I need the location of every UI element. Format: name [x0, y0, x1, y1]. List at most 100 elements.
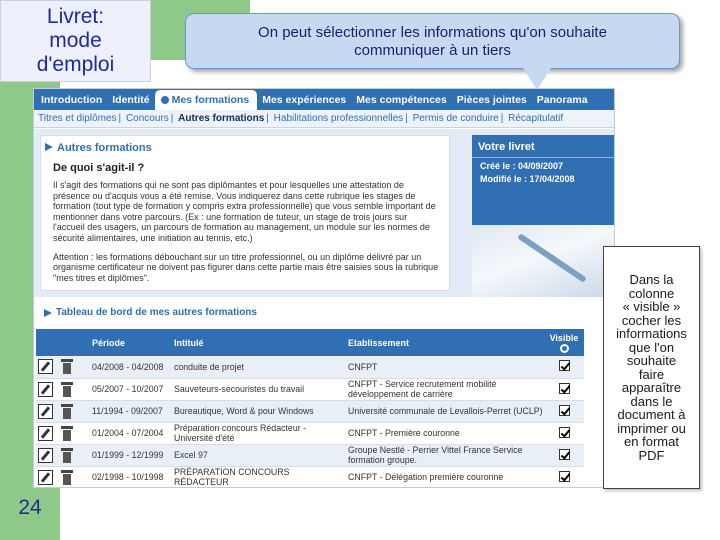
col-actions — [36, 329, 88, 356]
visible-checkbox[interactable] — [558, 426, 570, 438]
col-intitule[interactable]: Intitulé — [170, 329, 344, 356]
subnav-recapitulatif[interactable]: Récapitulatif — [508, 113, 563, 124]
cell-title: Bureautique, Word & pour Windows — [170, 400, 344, 423]
callout-line: On peut sélectionner les informations qu… — [258, 24, 607, 41]
edit-icon[interactable] — [38, 359, 53, 375]
trash-icon[interactable] — [61, 359, 73, 375]
tab-panorama[interactable]: Panorama — [532, 94, 593, 110]
trash-icon[interactable] — [61, 425, 73, 441]
cell-establishment: Université communale de Levallois-Perret… — [344, 400, 544, 423]
edit-icon[interactable] — [38, 381, 53, 397]
sub-nav: Titres et diplômes | Concours | Autres for… — [34, 110, 614, 128]
row-actions — [36, 444, 88, 467]
tab-identite[interactable]: Identité — [107, 94, 154, 110]
warning-paragraph: Attention : les formations débouchant su… — [53, 251, 439, 283]
visible-checkbox[interactable] — [558, 404, 570, 416]
cell-period: 01/1999 - 12/1999 — [88, 444, 170, 467]
cell-period: 02/1998 - 10/1998 — [88, 466, 170, 487]
trash-icon[interactable] — [61, 447, 73, 463]
slide-title: Livret: mode d'emploi — [0, 0, 151, 82]
cell-title: Excel 97 — [170, 444, 344, 467]
col-etablissement[interactable]: Etablissement — [344, 329, 544, 356]
livret-modified: Modifié le : 17/04/2008 — [480, 174, 575, 184]
tab-pieces-jointes[interactable]: Pièces jointes — [452, 94, 532, 110]
app-screenshot: Introduction Identité Mes formations Mes… — [33, 88, 615, 488]
visible-options-icon[interactable] — [559, 343, 569, 353]
edit-icon[interactable] — [38, 469, 53, 485]
sidenote-line: informations — [616, 326, 687, 341]
cell-establishment: CNFPT - Délégation première couronne — [344, 466, 544, 487]
section-title: Autres formations — [57, 142, 152, 154]
row-actions — [36, 422, 88, 445]
edit-icon[interactable] — [38, 447, 53, 463]
sidenote-line: document à — [617, 407, 686, 422]
sidenote-line: PDF — [638, 447, 665, 463]
visible-checkbox[interactable] — [558, 470, 570, 482]
trash-icon[interactable] — [61, 469, 73, 485]
table-header-row: Période Intitulé Etablissement Visible — [36, 329, 584, 356]
table-row: 05/2007 - 10/2007 Sauveteurs-secouristes… — [36, 378, 584, 401]
cell-period: 04/2008 - 04/2008 — [88, 356, 170, 379]
callout-line: communiquer à un tiers — [354, 42, 511, 59]
livret-created: Créé le : 04/09/2007 — [480, 161, 564, 171]
sidenote-line: dans le — [630, 393, 673, 409]
sidenote-line: que l'on — [628, 339, 675, 355]
visible-checkbox[interactable] — [558, 382, 570, 394]
subnav-autres-formations[interactable]: Autres formations — [178, 113, 264, 124]
tab-mes-experiences[interactable]: Mes expériences — [257, 94, 351, 110]
sidenote-line: souhaite — [626, 353, 677, 368]
slide-title-line: Livret: — [46, 5, 105, 28]
row-actions — [36, 400, 88, 423]
row-actions — [36, 378, 88, 401]
trash-icon[interactable] — [61, 403, 73, 419]
tab-introduction[interactable]: Introduction — [36, 94, 107, 110]
cell-visible — [544, 356, 584, 379]
cell-visible — [544, 378, 584, 401]
slide-title-line: d'emploi — [36, 53, 115, 76]
sidenote-line: cocher les — [621, 312, 682, 328]
cell-period: 01/2004 - 07/2004 — [88, 422, 170, 445]
sidenote-box: Dans la colonne « visible » cocher les i… — [603, 246, 700, 489]
visible-checkbox[interactable] — [558, 360, 570, 372]
cell-visible — [544, 422, 584, 445]
decorative-photo — [472, 225, 614, 297]
section-header: Autres formations — [41, 136, 449, 154]
pen-image — [517, 233, 587, 283]
cell-period: 05/2007 - 10/2007 — [88, 378, 170, 401]
cell-visible — [544, 444, 584, 467]
callout-box: On peut sélectionner les informations qu… — [185, 13, 680, 69]
trash-icon[interactable] — [61, 381, 73, 397]
table-row: 04/2008 - 04/2008 conduite de projet CNF… — [36, 356, 584, 379]
sidenote-line: en format — [624, 434, 679, 449]
slide-page-number: 24 — [18, 496, 42, 519]
cell-title: Préparation concours Rédacteur - Univers… — [170, 422, 344, 445]
slide-title-line: mode — [49, 29, 102, 52]
subnav-habilitations[interactable]: Habilitations professionnelles — [274, 113, 404, 124]
table-row: 02/1998 - 10/1998 PRÉPARATION CONCOURS R… — [36, 466, 584, 487]
cell-establishment: Groupe Nestlé - Perrier Vittel France Se… — [344, 444, 544, 467]
cell-visible — [544, 466, 584, 487]
tab-mes-formations[interactable]: Mes formations — [154, 90, 258, 110]
intro-panel: Autres formations De quoi s'agit-il ? Il… — [34, 129, 614, 297]
subnav-titres-diplomes[interactable]: Titres et diplômes — [38, 113, 117, 124]
tab-mes-competences[interactable]: Mes compétences — [351, 94, 451, 110]
cell-title: PRÉPARATION CONCOURS RÉDACTEUR — [170, 466, 344, 487]
active-tab-dot-icon — [160, 96, 169, 104]
subnav-permis[interactable]: Permis de conduire — [413, 113, 499, 124]
tab-label: Mes formations — [171, 94, 250, 106]
edit-icon[interactable] — [38, 403, 53, 419]
subnav-concours[interactable]: Concours — [126, 113, 169, 124]
table-row: 11/1994 - 09/2007 Bureautique, Word & po… — [36, 400, 584, 423]
table-row: 01/2004 - 07/2004 Préparation concours R… — [36, 422, 584, 445]
edit-icon[interactable] — [38, 425, 53, 441]
sidenote-line: Dans la — [629, 272, 674, 287]
intro-paragraph: Il s'agit des formations qui ne sont pas… — [53, 180, 436, 243]
table-section-header: Tableau de bord de mes autres formations — [40, 307, 580, 323]
callout-pointer — [523, 68, 551, 90]
cell-title: conduite de projet — [170, 356, 344, 379]
col-periode[interactable]: Période — [88, 329, 170, 356]
visible-checkbox[interactable] — [558, 448, 570, 460]
livret-panel: Votre livret Créé le : 04/09/2007 Modifi… — [472, 135, 614, 225]
col-visible: Visible — [544, 329, 584, 356]
subnav-separator: | — [118, 113, 122, 124]
